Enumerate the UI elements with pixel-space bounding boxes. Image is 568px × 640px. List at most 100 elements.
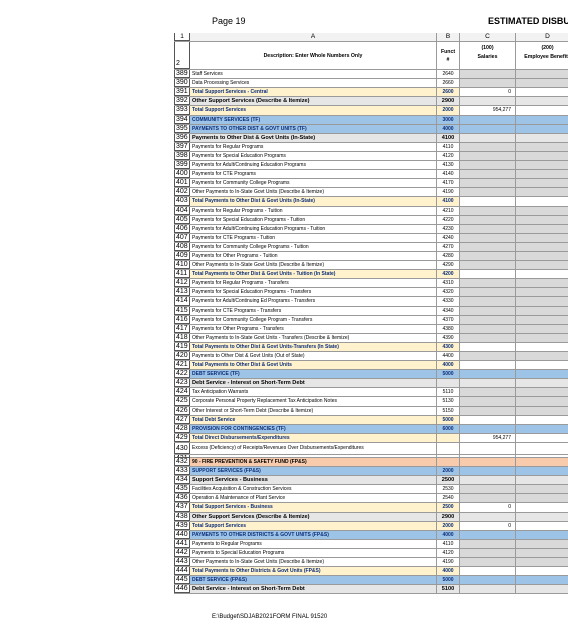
function-code-cell[interactable]: 4100	[437, 133, 460, 142]
benefits-cell[interactable]	[516, 188, 568, 197]
function-code-cell[interactable]: 5000	[437, 370, 460, 379]
benefits-cell[interactable]	[516, 288, 568, 297]
function-code-cell[interactable]: 4290	[437, 261, 460, 270]
benefits-cell[interactable]	[516, 333, 568, 342]
salaries-cell[interactable]	[460, 261, 516, 270]
description-cell[interactable]: Other Payments to In-State Govt Units - …	[190, 333, 437, 342]
benefits-cell[interactable]	[516, 585, 568, 594]
benefits-cell[interactable]	[516, 251, 568, 261]
benefits-cell[interactable]	[516, 530, 568, 539]
salaries-cell[interactable]	[460, 115, 516, 124]
benefits-cell[interactable]: 0	[516, 88, 568, 97]
function-code-cell[interactable]: 4390	[437, 333, 460, 342]
description-cell[interactable]: Support Services - Business	[190, 476, 437, 485]
benefits-cell[interactable]	[516, 97, 568, 106]
description-cell[interactable]: DEBT SERVICE (TF)	[190, 370, 437, 379]
salaries-cell[interactable]	[460, 188, 516, 197]
benefits-cell[interactable]	[516, 242, 568, 251]
function-code-cell[interactable]: 4170	[437, 179, 460, 188]
function-code-cell[interactable]: 2000	[437, 106, 460, 115]
salaries-cell[interactable]	[460, 215, 516, 224]
benefits-cell[interactable]	[516, 442, 568, 454]
description-cell[interactable]: Payments for Other Programs - Transfers	[190, 324, 437, 333]
description-cell[interactable]: Payments for Other Programs - Tuition	[190, 251, 437, 261]
benefits-cell[interactable]: 0	[516, 521, 568, 530]
salaries-cell[interactable]	[460, 197, 516, 206]
function-code-cell[interactable]: 4280	[437, 251, 460, 261]
function-code-cell[interactable]: 4000	[437, 530, 460, 539]
salaries-cell[interactable]	[460, 530, 516, 539]
description-cell[interactable]: Total Support Services - Business	[190, 503, 437, 512]
salaries-cell[interactable]	[460, 485, 516, 494]
description-cell[interactable]: Total Payments to Other Dist & Govt Unit…	[190, 361, 437, 370]
benefits-cell[interactable]	[516, 79, 568, 88]
benefits-cell[interactable]	[516, 124, 568, 133]
description-cell[interactable]	[190, 454, 437, 457]
benefits-cell[interactable]	[516, 324, 568, 333]
benefits-cell[interactable]	[516, 142, 568, 151]
function-code-cell[interactable]: 5110	[437, 388, 460, 397]
function-code-cell[interactable]: 2640	[437, 70, 460, 79]
salaries-cell[interactable]	[460, 342, 516, 351]
salaries-cell[interactable]	[460, 97, 516, 106]
function-code-cell[interactable]: 2900	[437, 97, 460, 106]
description-cell[interactable]: Operation & Maintenance of Plant Service	[190, 494, 437, 503]
description-cell[interactable]: SUPPORT SERVICES (FP&S)	[190, 467, 437, 476]
function-code-cell[interactable]: 2600	[437, 88, 460, 97]
benefits-cell[interactable]	[516, 270, 568, 279]
benefits-cell[interactable]	[516, 297, 568, 306]
function-code-cell[interactable]: 4190	[437, 557, 460, 567]
function-code-cell[interactable]	[437, 442, 460, 454]
benefits-cell[interactable]	[516, 379, 568, 388]
salaries-cell[interactable]	[460, 324, 516, 333]
benefits-cell[interactable]	[516, 494, 568, 503]
description-cell[interactable]: Debt Service - Interest on Short-Term De…	[190, 379, 437, 388]
description-cell[interactable]: Payments for Adult/Continuing Education …	[190, 224, 437, 233]
benefits-cell[interactable]: 0	[516, 503, 568, 512]
benefits-cell[interactable]	[516, 233, 568, 242]
description-cell[interactable]: Payments to Other Dist & Govt Units (In-…	[190, 133, 437, 142]
function-code-cell[interactable]: 2660	[437, 79, 460, 88]
description-cell[interactable]: Excess (Deficiency) of Receipts/Revenues…	[190, 442, 437, 454]
function-code-cell[interactable]: 5150	[437, 406, 460, 415]
salaries-cell[interactable]	[460, 179, 516, 188]
benefits-cell[interactable]	[516, 261, 568, 270]
description-cell[interactable]: Total Debt Service	[190, 415, 437, 424]
salaries-cell[interactable]	[460, 124, 516, 133]
description-cell[interactable]: Payments for Regular Programs	[190, 142, 437, 151]
function-code-cell[interactable]: 2500	[437, 503, 460, 512]
benefits-cell[interactable]	[516, 206, 568, 215]
salaries-cell[interactable]: 0	[460, 521, 516, 530]
benefits-cell[interactable]	[516, 567, 568, 576]
description-cell[interactable]: Total Support Services - Central	[190, 88, 437, 97]
benefits-cell[interactable]	[516, 170, 568, 179]
benefits-cell[interactable]	[516, 485, 568, 494]
description-cell[interactable]: Total Direct Disbursements/Expenditures	[190, 433, 437, 442]
function-code-cell[interactable]: 4330	[437, 297, 460, 306]
benefits-cell[interactable]: 0	[516, 106, 568, 115]
description-cell[interactable]: Payments to Other Dist & Govt Units (Out…	[190, 352, 437, 361]
function-code-cell[interactable]: 4100	[437, 197, 460, 206]
column-letter-b[interactable]: B	[437, 33, 460, 42]
column-letter-d[interactable]: D	[516, 33, 568, 42]
salaries-cell[interactable]	[460, 151, 516, 161]
function-code-cell[interactable]: 4190	[437, 188, 460, 197]
salaries-cell[interactable]	[460, 397, 516, 406]
description-cell[interactable]: PAYMENTS TO OTHER DIST & GOVT UNITS (TF)	[190, 124, 437, 133]
salaries-cell[interactable]	[460, 457, 516, 467]
salaries-cell[interactable]	[460, 142, 516, 151]
description-cell[interactable]: Payments to Regular Programs	[190, 539, 437, 548]
benefits-cell[interactable]	[516, 370, 568, 379]
function-code-cell[interactable]: 4270	[437, 242, 460, 251]
salaries-cell[interactable]	[460, 206, 516, 215]
benefits-cell[interactable]	[516, 161, 568, 170]
salaries-cell[interactable]	[460, 70, 516, 79]
description-cell[interactable]: PROVISION FOR CONTINGENCIES (TF)	[190, 424, 437, 433]
benefits-cell[interactable]	[516, 224, 568, 233]
benefits-cell[interactable]	[516, 557, 568, 567]
salaries-cell[interactable]	[460, 270, 516, 279]
description-cell[interactable]: Payments for Community College Programs	[190, 179, 437, 188]
description-cell[interactable]: Payments for Adult/Continuing Ed Program…	[190, 297, 437, 306]
benefits-cell[interactable]	[516, 388, 568, 397]
benefits-cell[interactable]	[516, 467, 568, 476]
